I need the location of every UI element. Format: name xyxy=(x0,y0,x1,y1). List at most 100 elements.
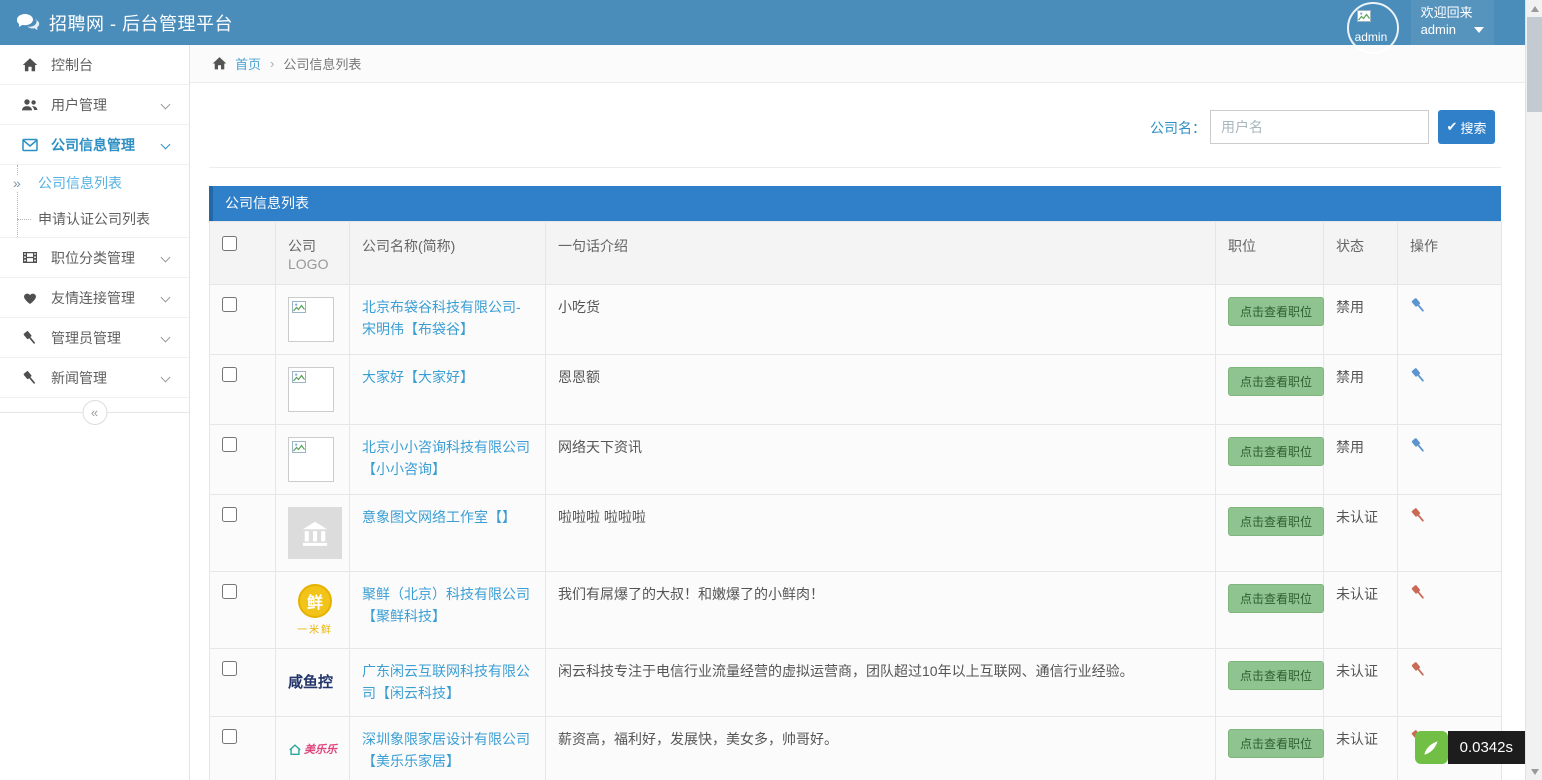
broken-image-icon xyxy=(1357,10,1371,27)
view-jobs-button[interactable]: 点击查看职位 xyxy=(1228,729,1324,758)
status-text: 禁用 xyxy=(1336,439,1364,455)
sidebar-item-news-management[interactable]: 新闻管理 xyxy=(0,358,189,398)
broken-image-icon xyxy=(292,441,306,455)
status-text: 未认证 xyxy=(1336,663,1378,679)
dotted-connector xyxy=(17,219,31,220)
row-checkbox[interactable] xyxy=(222,584,237,599)
view-jobs-button[interactable]: 点击查看职位 xyxy=(1228,507,1324,536)
user-info: 欢迎回来 admin xyxy=(1411,0,1494,45)
sidebar-item-admin-management[interactable]: 管理员管理 xyxy=(0,318,189,358)
view-jobs-button[interactable]: 点击查看职位 xyxy=(1228,661,1324,690)
row-checkbox[interactable] xyxy=(222,297,237,312)
scrollbar-thumb[interactable] xyxy=(1527,17,1542,112)
company-logo-juxian: 鲜 一米鲜 xyxy=(288,584,342,636)
gavel-icon xyxy=(21,370,38,386)
company-name-link[interactable]: 广东闲云互联网科技有限公司【闲云科技】 xyxy=(362,661,533,704)
company-name-search-input[interactable] xyxy=(1210,110,1429,144)
row-checkbox[interactable] xyxy=(222,367,237,382)
company-info-submenu: » 公司信息列表 申请认证公司列表 xyxy=(0,165,189,238)
sidebar-subitem-apply-certified-company-list[interactable]: 申请认证公司列表 xyxy=(0,201,189,237)
company-logo-broken-image xyxy=(288,437,334,482)
status-text: 未认证 xyxy=(1336,586,1378,602)
app-title: 招聘网 - 后台管理平台 xyxy=(49,10,233,36)
row-checkbox[interactable] xyxy=(222,661,237,676)
chevron-down-icon xyxy=(161,293,171,303)
table-row: 美乐乐 深圳象限家居设计有限公司【美乐乐家居】 薪资高，福利好，发展快，美女多，… xyxy=(210,717,1502,780)
company-intro: 小吃货 xyxy=(558,299,600,315)
sidebar-collapse-button[interactable]: « xyxy=(82,400,107,425)
meilele-logo-text: 美乐乐 xyxy=(304,741,337,757)
vertical-scrollbar[interactable] xyxy=(1525,0,1542,780)
avatar[interactable]: admin xyxy=(1347,2,1399,54)
gavel-action-icon[interactable] xyxy=(1410,367,1427,384)
table-row: 意象图文网络工作室【】 啦啦啦 啦啦啦 点击查看职位 未认证 xyxy=(210,495,1502,572)
user-menu[interactable]: admin 欢迎回来 admin xyxy=(1347,0,1494,45)
breadcrumb-home-link[interactable]: 首页 xyxy=(235,54,261,73)
table-row: 北京布袋谷科技有限公司-宋明伟【布袋谷】 小吃货 点击查看职位 禁用 xyxy=(210,285,1502,355)
load-time-badge: 0.0342s xyxy=(1448,731,1525,764)
gavel-action-icon[interactable] xyxy=(1410,584,1427,601)
row-checkbox[interactable] xyxy=(222,507,237,522)
chevron-down-icon xyxy=(161,373,171,383)
chevron-down-icon[interactable] xyxy=(1474,27,1484,33)
gavel-action-icon[interactable] xyxy=(1410,507,1427,524)
company-name-link[interactable]: 意象图文网络工作室【】 xyxy=(362,507,516,529)
divider xyxy=(209,167,1501,168)
sidebar-item-job-category-management[interactable]: 职位分类管理 xyxy=(0,238,189,278)
username-text: admin xyxy=(1421,21,1456,38)
scrollbar-down-arrow[interactable] xyxy=(1526,763,1542,780)
company-name-link[interactable]: 大家好【大家好】 xyxy=(362,367,474,389)
sidebar-subitem-label: 公司信息列表 xyxy=(38,173,122,193)
col-header-logo-line2: LOGO xyxy=(288,256,328,272)
view-jobs-button[interactable]: 点击查看职位 xyxy=(1228,367,1324,396)
broken-image-icon xyxy=(292,371,306,385)
comments-icon xyxy=(16,13,40,33)
row-checkbox[interactable] xyxy=(222,437,237,452)
sidebar: 控制台 用户管理 公司信息管理 » 公司信息列表 申请认证公司列表 xyxy=(0,45,190,780)
sidebar-item-user-management[interactable]: 用户管理 xyxy=(0,85,189,125)
chevron-down-icon xyxy=(161,140,171,150)
status-text: 禁用 xyxy=(1336,299,1364,315)
company-name-link[interactable]: 深圳象限家居设计有限公司【美乐乐家居】 xyxy=(362,729,533,772)
top-header-bar: 招聘网 - 后台管理平台 admin 欢迎回来 admin xyxy=(0,0,1542,45)
status-text: 禁用 xyxy=(1336,369,1364,385)
company-name-link[interactable]: 北京小小咨询科技有限公司【小小咨询】 xyxy=(362,437,533,480)
view-jobs-button[interactable]: 点击查看职位 xyxy=(1228,584,1324,613)
heart-icon xyxy=(21,290,38,305)
company-logo-text: 咸鱼控 xyxy=(288,661,337,692)
breadcrumb-current-page: 公司信息列表 xyxy=(283,54,361,73)
col-header-action: 操作 xyxy=(1398,222,1502,285)
house-icon xyxy=(288,743,302,756)
chevron-down-icon xyxy=(161,253,171,263)
scrollbar-up-arrow[interactable] xyxy=(1526,0,1542,17)
thinkphp-leaf-icon[interactable] xyxy=(1415,731,1448,764)
company-info-panel: 公司信息列表 公司 LOGO 公司名称(简称) 一句话介绍 职位 状态 操作 xyxy=(209,186,1501,780)
company-logo-broken-image xyxy=(288,297,334,342)
broken-image-icon xyxy=(292,301,306,315)
search-button[interactable]: ✔ 搜索 xyxy=(1438,110,1495,144)
gavel-action-icon[interactable] xyxy=(1410,297,1427,314)
sidebar-item-label: 新闻管理 xyxy=(51,368,107,388)
company-name-link[interactable]: 聚鲜（北京）科技有限公司【聚鲜科技】 xyxy=(362,584,533,627)
company-name-search-label: 公司名： xyxy=(1150,118,1206,138)
view-jobs-button[interactable]: 点击查看职位 xyxy=(1228,297,1324,326)
sidebar-subitem-company-info-list[interactable]: » 公司信息列表 xyxy=(0,165,189,201)
company-name-link[interactable]: 北京布袋谷科技有限公司-宋明伟【布袋谷】 xyxy=(362,297,533,340)
col-header-intro: 一句话介绍 xyxy=(546,222,1216,285)
sidebar-item-console[interactable]: 控制台 xyxy=(0,45,189,85)
select-all-checkbox[interactable] xyxy=(222,236,237,251)
sidebar-collapse-row: « xyxy=(0,398,189,428)
breadcrumb-separator: › xyxy=(270,56,274,71)
company-intro: 闲云科技专注于电信行业流量经营的虚拟运营商，团队超过10年以上互联网、通信行业经… xyxy=(558,663,1134,679)
company-intro: 啦啦啦 啦啦啦 xyxy=(558,509,646,525)
gavel-action-icon[interactable] xyxy=(1410,437,1427,454)
view-jobs-button[interactable]: 点击查看职位 xyxy=(1228,437,1324,466)
sidebar-item-friend-links-management[interactable]: 友情连接管理 xyxy=(0,278,189,318)
company-intro: 网络天下资讯 xyxy=(558,439,642,455)
company-table: 公司 LOGO 公司名称(简称) 一句话介绍 职位 状态 操作 xyxy=(209,221,1502,780)
sidebar-item-label: 管理员管理 xyxy=(51,328,121,348)
sidebar-item-company-info-management[interactable]: 公司信息管理 xyxy=(0,125,189,165)
gavel-action-icon[interactable] xyxy=(1410,661,1427,678)
sidebar-item-label: 公司信息管理 xyxy=(51,135,135,155)
row-checkbox[interactable] xyxy=(222,729,237,744)
